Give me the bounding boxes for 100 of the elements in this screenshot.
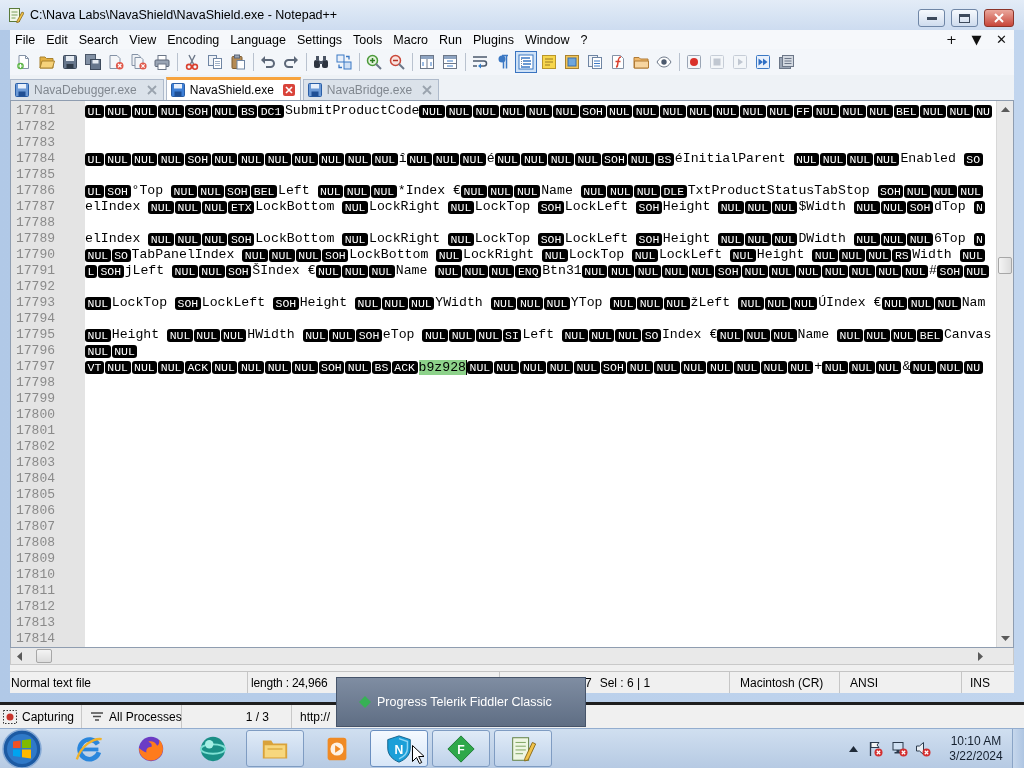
control-char-token: NUL — [201, 232, 228, 246]
capture-icon[interactable] — [3, 709, 17, 724]
eye-icon[interactable] — [656, 54, 672, 70]
sticky-note-icon[interactable] — [541, 54, 557, 70]
control-char-token: NUL — [369, 264, 395, 278]
menu-item[interactable]: File — [10, 30, 42, 49]
split-panes-icon[interactable] — [442, 54, 458, 70]
folder-icon[interactable] — [39, 54, 55, 70]
menu-item[interactable]: Search — [73, 30, 125, 49]
zoom-in-icon[interactable] — [366, 54, 382, 70]
undo-icon[interactable] — [260, 54, 276, 70]
folder-icon[interactable] — [633, 54, 649, 70]
control-char-token: NUL — [744, 328, 770, 342]
control-char-token: NUL — [717, 328, 744, 342]
menu-item[interactable]: View — [124, 30, 163, 49]
filter-icon[interactable] — [91, 711, 103, 722]
code-text: LockTop — [474, 231, 532, 247]
zoom-out-icon[interactable] — [389, 54, 405, 70]
split-panes-icon[interactable] — [419, 54, 435, 70]
taskbar-button[interactable] — [246, 730, 304, 767]
tab[interactable]: NavaShield.exe — [165, 77, 301, 100]
code-text: LockLeft — [201, 295, 267, 311]
flag-x-icon[interactable] — [867, 740, 883, 757]
record-icon[interactable] — [686, 54, 702, 70]
minimize-button[interactable] — [918, 9, 945, 27]
control-char-token: NUL — [573, 360, 600, 374]
scroll-thumb[interactable] — [36, 649, 52, 663]
computer-x-icon[interactable] — [892, 740, 908, 757]
dropdown-button[interactable]: ▼ — [964, 30, 989, 49]
capture-status[interactable]: Capturing — [22, 709, 75, 724]
menu-item[interactable]: ? — [575, 30, 594, 49]
clock-time[interactable]: 10:10 AM — [950, 733, 1002, 749]
redo-icon[interactable] — [283, 54, 299, 70]
scroll-right-icon[interactable] — [978, 651, 983, 661]
text-cursor — [466, 359, 467, 375]
clipboard-icon[interactable] — [230, 54, 246, 70]
menu-item[interactable]: Macro — [388, 30, 435, 49]
menu-item[interactable]: Plugins — [467, 30, 520, 49]
control-char-token: NUL — [371, 184, 397, 198]
control-char-token: NUL — [494, 152, 521, 166]
file-x-icon[interactable] — [108, 54, 124, 70]
map-icon[interactable] — [564, 54, 580, 70]
code-text: Height — [662, 231, 712, 247]
scissors-icon[interactable] — [184, 54, 200, 70]
control-char-token: NUL — [448, 200, 474, 214]
printer-icon[interactable] — [154, 54, 170, 70]
control-char-token: NUL — [104, 360, 131, 374]
word-wrap-icon[interactable] — [472, 54, 488, 70]
menu-item[interactable]: Encoding — [162, 30, 226, 49]
vertical-scrollbar[interactable] — [996, 101, 1013, 647]
close-button[interactable]: ✕ — [989, 30, 1014, 49]
code-text: LockLeft — [564, 199, 630, 215]
menu-item[interactable]: Tools — [348, 30, 389, 49]
control-char-token: NUL — [740, 104, 766, 118]
new-file-icon[interactable] — [16, 54, 32, 70]
fast-forward-icon[interactable] — [755, 54, 771, 70]
line-number: 17798 — [16, 375, 55, 391]
control-char-token: NUL — [475, 328, 502, 342]
line-number: 17787 — [16, 199, 55, 215]
scroll-down-icon[interactable] — [1000, 636, 1010, 641]
menu-item[interactable]: Window — [519, 30, 576, 49]
speaker-muted-icon[interactable] — [915, 740, 931, 757]
control-char-token: NUL — [329, 328, 356, 342]
close-button[interactable] — [984, 9, 1014, 27]
horizontal-scrollbar[interactable] — [10, 648, 1014, 665]
floppy-disks-icon[interactable] — [85, 54, 101, 70]
copy-icon[interactable] — [207, 54, 223, 70]
menu-item[interactable]: Language — [225, 30, 292, 49]
control-char-token: BEL — [917, 328, 943, 342]
documents-icon[interactable] — [587, 54, 603, 70]
control-char-token: NUL — [680, 360, 707, 374]
control-char-token: NUL — [606, 104, 633, 118]
files-x-icon[interactable] — [131, 54, 147, 70]
line-number: 17795 — [16, 327, 55, 343]
menu-item[interactable]: Edit — [41, 30, 74, 49]
replace-icon[interactable] — [336, 54, 352, 70]
control-char-token: SOH — [538, 232, 564, 246]
binoculars-icon[interactable] — [313, 54, 329, 70]
control-char-token: NUL — [561, 328, 588, 342]
control-char-token: NUL — [688, 264, 715, 278]
plus-button[interactable]: + — [939, 30, 964, 49]
up-arrow-icon[interactable] — [849, 745, 858, 752]
line-number: 17814 — [16, 631, 55, 647]
scroll-up-icon[interactable] — [1000, 107, 1010, 112]
close-icon[interactable] — [282, 84, 295, 96]
menu-item[interactable]: Run — [434, 30, 468, 49]
clock-date[interactable]: 3/22/2024 — [949, 748, 1003, 764]
function-list-icon[interactable] — [610, 54, 626, 70]
start-button[interactable] — [2, 728, 42, 768]
indent-guide-icon[interactable] — [515, 51, 537, 73]
taskbar-button[interactable] — [494, 730, 552, 767]
scroll-left-icon[interactable] — [17, 651, 22, 661]
process-filter[interactable]: All Processes — [109, 709, 182, 724]
restore-button[interactable] — [951, 9, 978, 27]
scroll-thumb[interactable] — [998, 257, 1012, 274]
code-text: Name — [395, 263, 429, 279]
macro-list-icon[interactable] — [778, 54, 794, 70]
menu-item[interactable]: Settings — [291, 30, 349, 49]
line-number: 17781 — [16, 103, 55, 119]
control-char-token: SOH — [175, 296, 201, 310]
